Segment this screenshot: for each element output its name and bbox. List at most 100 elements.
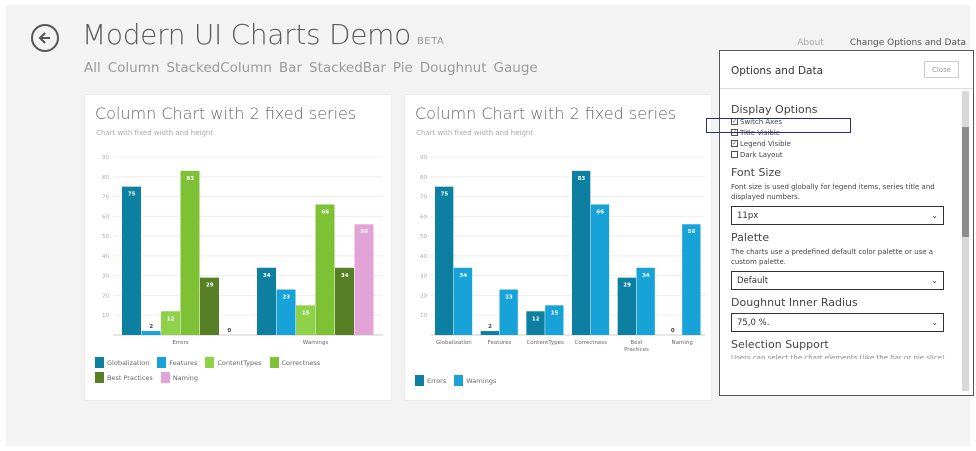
legend-item-best-practices[interactable]: Best Practices [95, 372, 153, 383]
y-tick-label: 90 [420, 155, 427, 161]
y-tick-label: 90 [102, 155, 109, 161]
selection-support-description: Users can select the chart elements (lik… [731, 354, 945, 359]
bar-correctness[interactable] [180, 170, 200, 335]
chart-2-legend: Errors Warnings [415, 375, 705, 386]
legend-label: Errors [427, 376, 447, 385]
legend-swatch [454, 375, 464, 386]
legend-visible-checkbox[interactable]: ✓ Legend Visible [731, 138, 951, 149]
legend-item-contenttypes[interactable]: ContentTypes [205, 357, 262, 368]
legend-swatch [95, 357, 104, 368]
y-tick-label: 20 [102, 293, 109, 299]
data-label: 12 [167, 316, 175, 322]
legend-item-warnings[interactable]: Warnings [454, 375, 496, 386]
legend-item-correctness[interactable]: Correctness [269, 357, 321, 368]
dark-layout-checkbox[interactable]: Dark Layout [731, 149, 951, 160]
checkbox-box[interactable] [731, 151, 738, 158]
y-tick-label: 80 [420, 175, 427, 181]
bar-warnings[interactable] [682, 224, 701, 335]
page-title: Modern UI Charts Demo [82, 18, 411, 51]
nav-pie[interactable]: Pie [393, 60, 413, 76]
palette-select[interactable]: Default ⌄ [731, 271, 944, 290]
data-label: 34 [459, 273, 467, 279]
select-value: Default [737, 275, 769, 286]
nav-gauge[interactable]: Gauge [494, 60, 538, 76]
bar-errors[interactable] [435, 186, 454, 335]
bar-errors[interactable] [572, 170, 591, 335]
y-tick-label: 40 [420, 254, 427, 260]
data-label: 2 [488, 324, 492, 330]
y-tick-label: 70 [420, 195, 427, 201]
bar-contenttypes[interactable] [161, 311, 180, 335]
legend-swatch [269, 357, 279, 368]
nav-stacked-bar[interactable]: StackedBar [309, 60, 386, 76]
y-tick-label: 50 [420, 234, 427, 240]
bar-correctness[interactable] [315, 204, 335, 335]
bar-features[interactable] [141, 331, 161, 335]
scrollbar-thumb[interactable] [962, 127, 969, 237]
change-options-link[interactable]: Change Options and Data [850, 38, 966, 48]
bar-errors[interactable] [526, 311, 545, 335]
data-label: 12 [532, 316, 540, 322]
palette-heading: Palette [731, 231, 770, 244]
legend-item-globalization[interactable]: Globalization [95, 357, 149, 368]
data-label: 75 [441, 192, 449, 198]
chart-1-plot: 10 20 30 40 50 60 70 80 90 75 2 12 83 29 0 Errors 34 23 15… [102, 155, 383, 346]
doughnut-radius-select[interactable]: 75,0 %. ⌄ [731, 313, 944, 332]
data-label: 56 [688, 229, 696, 235]
checkbox-box[interactable]: ✓ [731, 140, 738, 147]
font-size-heading: Font Size [731, 166, 782, 179]
legend-swatch [415, 375, 424, 386]
legend-item-features[interactable]: Features [157, 357, 197, 368]
page-header: Modern UI Charts Demo BETA [82, 18, 444, 51]
bar-naming[interactable] [354, 224, 374, 335]
chevron-down-icon: ⌄ [931, 276, 938, 285]
y-tick-label: 60 [420, 214, 427, 220]
nav-doughnut[interactable]: Doughnut [420, 60, 487, 76]
display-options-heading: Display Options [731, 103, 818, 116]
chevron-down-icon: ⌄ [931, 318, 938, 327]
chevron-down-icon: ⌄ [931, 211, 938, 220]
data-label: 66 [321, 209, 329, 215]
font-size-description: Font size is used globally for legend it… [731, 183, 935, 201]
nav-bar[interactable]: Bar [279, 60, 302, 76]
data-label: 0 [227, 328, 231, 334]
x-tick-label: Globalization [436, 340, 472, 346]
bar-warnings[interactable] [590, 204, 610, 335]
back-button[interactable] [31, 24, 59, 52]
y-tick-label: 40 [102, 254, 109, 260]
data-label: 29 [206, 283, 214, 289]
nav-stacked-column[interactable]: StackedColumn [166, 60, 271, 76]
top-links: About Change Options and Data [797, 38, 966, 48]
close-button[interactable]: Close [924, 61, 959, 78]
panel-scrollbar[interactable] [962, 91, 969, 391]
nav-all[interactable]: All [84, 60, 101, 76]
legend-item-errors[interactable]: Errors [415, 375, 446, 386]
legend-swatch [205, 357, 215, 368]
data-label: 29 [623, 283, 631, 289]
y-tick-label: 20 [420, 293, 427, 299]
legend-swatch [95, 372, 104, 383]
legend-label: ContentTypes [217, 358, 262, 367]
font-size-select[interactable]: 11px ⌄ [731, 206, 944, 225]
about-link[interactable]: About [797, 38, 824, 48]
data-label: 83 [186, 176, 194, 182]
select-value: 75,0 %. [737, 317, 770, 328]
x-tick-label: Naming [671, 340, 692, 346]
chart-type-nav: All Column StackedColumn Bar StackedBar … [84, 60, 538, 76]
x-tick-label: Practices [624, 347, 649, 353]
nav-column[interactable]: Column [108, 60, 160, 76]
legend-label: Correctness [281, 358, 321, 367]
x-tick-label: Errors [172, 340, 188, 346]
y-tick-label: 30 [102, 274, 109, 280]
legend-label: Warnings [466, 376, 497, 385]
selection-support-heading: Selection Support [731, 338, 829, 351]
legend-item-naming[interactable]: Naming [160, 372, 198, 383]
palette-description: The charts use a predefined default colo… [731, 248, 934, 266]
data-label: 34 [341, 273, 349, 279]
y-tick-label: 10 [102, 313, 109, 319]
bar-errors[interactable] [480, 331, 499, 335]
data-label: 23 [505, 295, 513, 301]
data-label: 34 [263, 273, 271, 279]
panel-header: Options and Data Close [720, 51, 973, 89]
bar-globalization[interactable] [122, 186, 141, 335]
